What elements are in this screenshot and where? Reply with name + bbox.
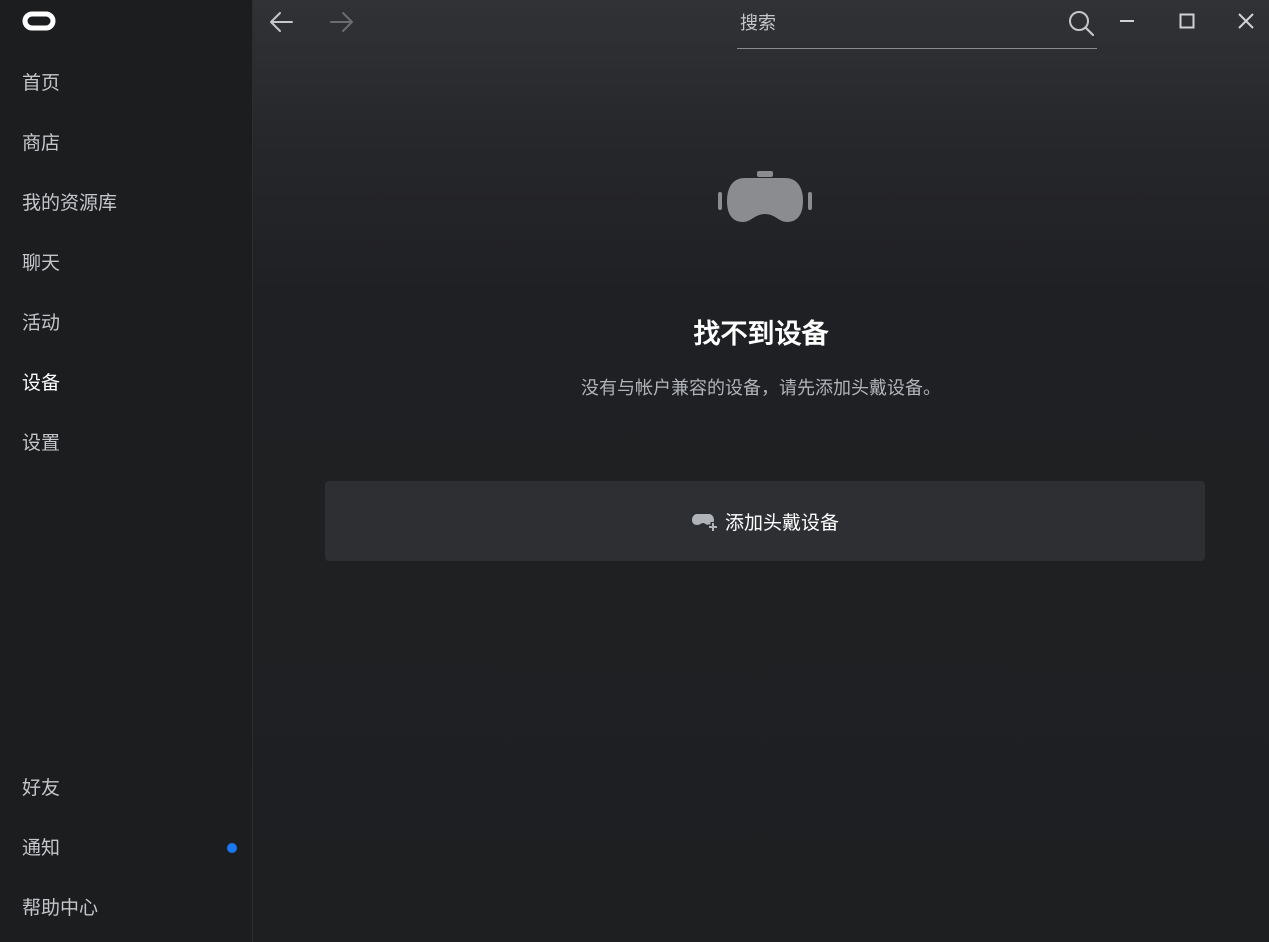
sidebar-item-home[interactable]: 首页 bbox=[0, 53, 252, 113]
minimize-icon bbox=[1120, 20, 1134, 22]
maximize-icon bbox=[1179, 13, 1195, 29]
page-title: 找不到设备 bbox=[693, 319, 829, 350]
sidebar-item-notifications[interactable]: 通知 bbox=[0, 818, 252, 878]
sidebar-item-label: 好友 bbox=[22, 777, 61, 799]
maximize-button[interactable] bbox=[1172, 6, 1202, 36]
sidebar-item-label: 首页 bbox=[22, 72, 61, 94]
sidebar: 首页 商店 我的资源库 聊天 活动 设备 设置 好友 通知 帮助中心 bbox=[0, 0, 253, 942]
sidebar-item-store[interactable]: 商店 bbox=[0, 113, 252, 173]
add-headset-icon bbox=[691, 514, 718, 532]
arrow-right-icon bbox=[330, 12, 353, 32]
sidebar-item-label: 通知 bbox=[22, 837, 61, 859]
close-button[interactable] bbox=[1231, 6, 1261, 36]
oculus-logo[interactable] bbox=[22, 11, 56, 31]
back-button[interactable] bbox=[263, 4, 299, 40]
sidebar-item-devices[interactable]: 设备 bbox=[0, 353, 252, 413]
page-subtitle: 没有与帐户兼容的设备，请先添加头戴设备。 bbox=[581, 378, 941, 399]
sidebar-item-help-center[interactable]: 帮助中心 bbox=[0, 878, 252, 938]
sidebar-item-label: 聊天 bbox=[22, 252, 61, 274]
close-icon bbox=[1238, 13, 1254, 29]
sidebar-item-label: 我的资源库 bbox=[22, 192, 118, 214]
search-input[interactable] bbox=[737, 8, 1057, 38]
sidebar-nav-primary: 首页 商店 我的资源库 聊天 活动 设备 设置 bbox=[0, 53, 252, 473]
search-icon[interactable] bbox=[1067, 9, 1095, 37]
sidebar-item-chat[interactable]: 聊天 bbox=[0, 233, 252, 293]
forward-button[interactable] bbox=[324, 4, 360, 40]
sidebar-item-label: 活动 bbox=[22, 312, 61, 334]
sidebar-item-label: 设置 bbox=[22, 432, 61, 454]
app-window: 首页 商店 我的资源库 聊天 活动 设备 设置 好友 通知 帮助中心 搜索 找不… bbox=[0, 0, 1269, 942]
vr-headset-icon bbox=[718, 171, 812, 222]
main-content: 找不到设备 没有与帐户兼容的设备，请先添加头戴设备。 添加头戴设备 bbox=[253, 0, 1269, 942]
add-headset-button[interactable]: 添加头戴设备 bbox=[325, 481, 1205, 561]
search-bar bbox=[737, 0, 1097, 49]
sidebar-item-friends[interactable]: 好友 bbox=[0, 758, 252, 818]
notification-badge bbox=[227, 843, 237, 853]
minimize-button[interactable] bbox=[1112, 6, 1142, 36]
sidebar-item-label: 帮助中心 bbox=[22, 897, 99, 919]
add-headset-label: 添加头戴设备 bbox=[724, 511, 839, 534]
sidebar-item-label: 设备 bbox=[22, 372, 61, 394]
arrow-left-icon bbox=[270, 12, 293, 32]
sidebar-item-label: 商店 bbox=[22, 132, 61, 154]
sidebar-item-library[interactable]: 我的资源库 bbox=[0, 173, 252, 233]
sidebar-item-events[interactable]: 活动 bbox=[0, 293, 252, 353]
sidebar-item-settings[interactable]: 设置 bbox=[0, 413, 252, 473]
sidebar-nav-secondary: 好友 通知 帮助中心 bbox=[0, 758, 252, 938]
